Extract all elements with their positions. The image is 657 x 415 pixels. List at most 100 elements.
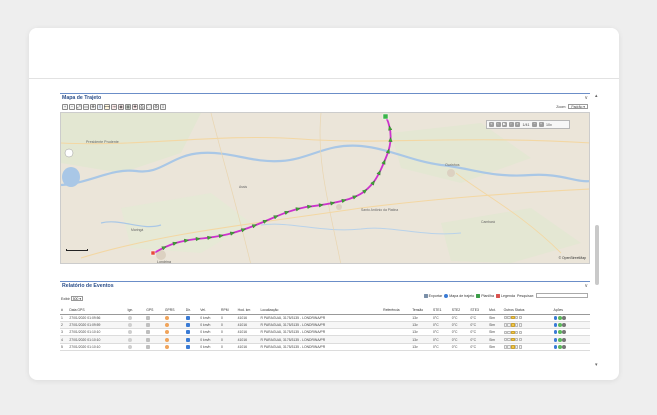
column-header[interactable]: STE2: [450, 306, 470, 315]
details-icon[interactable]: [562, 345, 566, 349]
column-header[interactable]: Hod. km: [236, 306, 260, 315]
column-header[interactable]: Vel.: [199, 306, 221, 315]
column-header[interactable]: GPS: [145, 306, 164, 315]
route-map-button[interactable]: Mapa de trajeto: [444, 293, 474, 298]
marker-icon[interactable]: ◉: [118, 104, 124, 110]
column-header[interactable]: Outros Status: [502, 306, 553, 315]
search-icon[interactable]: [557, 315, 562, 320]
map-pin-icon[interactable]: [553, 323, 558, 327]
details-icon[interactable]: [562, 330, 566, 335]
table-row[interactable]: 4 27/01/2020 01:10:10 0 km/h 0 41016 R PARAGU…: [60, 335, 590, 344]
search-icon[interactable]: [557, 330, 562, 335]
cell-s2: 0°C: [450, 343, 470, 352]
route-map[interactable]: Presidente Prudente Ourinhos Londrina As…: [60, 112, 590, 264]
route-icon[interactable]: ⇝: [111, 104, 117, 110]
details-icon[interactable]: [562, 323, 566, 327]
zoom-extent-icon[interactable]: ⤢: [76, 104, 82, 110]
table-row[interactable]: 2 27/01/2020 01:09:59 0 km/h 0 41016 R PARAGU…: [60, 321, 590, 330]
cell-date: 27/01/2020 01:10:10: [68, 343, 127, 352]
poi-icon[interactable]: ✚: [132, 104, 138, 110]
last-icon[interactable]: »: [515, 122, 520, 127]
scroll-up-icon[interactable]: ▴: [595, 93, 598, 99]
legend-button[interactable]: Legenda: [496, 293, 515, 298]
zoom-select[interactable]: Padrão ▾: [568, 104, 588, 109]
column-header[interactable]: RPM: [220, 306, 237, 315]
column-header[interactable]: Tensão: [411, 306, 432, 315]
column-header[interactable]: STE1: [432, 306, 451, 315]
column-header[interactable]: Referência: [382, 306, 412, 315]
zoom-box-icon[interactable]: ▭: [83, 104, 89, 110]
events-panel-header[interactable]: Relatório de Eventos ∨: [60, 281, 590, 290]
map-label: Ourinhos: [445, 163, 460, 167]
column-header[interactable]: #: [60, 306, 69, 315]
column-header[interactable]: Data GPS: [68, 306, 127, 315]
route-end-marker[interactable]: [382, 113, 389, 120]
cell-actions: [552, 321, 590, 330]
print-icon[interactable]: ⎙: [139, 104, 145, 110]
globe-icon: [444, 293, 449, 298]
scroll-thumb[interactable]: [595, 225, 599, 285]
zoom-out-icon[interactable]: −: [69, 104, 75, 110]
cell-reference: [382, 328, 412, 337]
first-icon[interactable]: «: [489, 122, 494, 127]
search-input[interactable]: [536, 293, 588, 298]
cell-rpm: 0: [220, 343, 237, 352]
details-icon[interactable]: [562, 337, 566, 342]
gps-icon: [146, 323, 151, 327]
scroll-down-icon[interactable]: ▾: [595, 362, 598, 368]
collapse-icon[interactable]: ∨: [584, 95, 588, 101]
column-header[interactable]: Mot.: [488, 306, 503, 315]
map-panel-header[interactable]: Mapa de Trajeto ∨: [60, 93, 590, 102]
cell-reference: [382, 343, 412, 352]
export-icon[interactable]: ⇩: [160, 104, 166, 110]
map-pin-icon[interactable]: [553, 330, 558, 335]
search-icon[interactable]: [557, 337, 562, 342]
cell-gprs: [163, 321, 185, 330]
speed-down-icon[interactable]: −: [532, 122, 537, 127]
search-icon[interactable]: [557, 345, 562, 349]
column-header[interactable]: Localização: [259, 306, 383, 315]
events-panel-title: Relatório de Eventos: [62, 283, 114, 289]
route-start-marker[interactable]: [150, 250, 156, 256]
column-header[interactable]: STE3: [469, 306, 489, 315]
map-canvas[interactable]: Presidente Prudente Ourinhos Londrina As…: [61, 113, 590, 264]
ignition-icon: [127, 330, 132, 335]
status-indicator-icon: [515, 323, 519, 327]
table-row[interactable]: 1 27/01/2020 01:09:56 0 km/h 0 41016 R PARAGU…: [60, 314, 590, 322]
column-header[interactable]: Ações: [552, 306, 590, 315]
map-label: Londrina: [157, 260, 171, 264]
measure-icon[interactable]: ⟷: [104, 104, 110, 110]
page-size-select[interactable]: 500 ▾: [70, 296, 84, 301]
table-row[interactable]: 5 27/01/2020 01:10:10 0 km/h 0 41016 R PARAGU…: [60, 343, 590, 352]
table-row[interactable]: 3 27/01/2020 01:10:10 0 km/h 0 41016 R PARAGU…: [60, 328, 590, 337]
layers-icon[interactable]: ≡: [97, 104, 103, 110]
sheet-button[interactable]: Planilha: [476, 293, 494, 298]
prev-icon[interactable]: ‹: [495, 122, 501, 127]
pan-icon[interactable]: ✥: [90, 104, 96, 110]
details-icon[interactable]: [562, 315, 566, 320]
speed-up-icon[interactable]: +: [538, 122, 544, 127]
column-header[interactable]: Dir.: [184, 306, 200, 315]
play-icon[interactable]: ▶: [502, 122, 507, 127]
settings-icon[interactable]: ⚙: [153, 104, 159, 110]
scrollbar[interactable]: ▴ ▾: [594, 93, 600, 368]
cell-n: 4: [60, 335, 69, 344]
map-pin-icon[interactable]: [553, 315, 558, 320]
search-icon[interactable]: [557, 323, 562, 327]
collapse-icon[interactable]: ∨: [584, 283, 588, 289]
export-button[interactable]: Exportar: [423, 293, 442, 298]
cell-volt: 13v: [411, 343, 432, 352]
map-label: Presidente Prudente: [86, 140, 119, 144]
pan-control-icon[interactable]: [64, 148, 74, 158]
column-header[interactable]: GPRS: [163, 306, 185, 315]
fullscreen-icon[interactable]: ⛶: [146, 104, 152, 110]
status-indicator-icon: [518, 323, 523, 327]
cell-vel: 0 km/h: [199, 314, 221, 322]
column-header[interactable]: Ign.: [126, 306, 146, 315]
map-pin-icon[interactable]: [553, 345, 558, 349]
map-pin-icon[interactable]: [553, 337, 558, 342]
next-icon[interactable]: ›: [508, 122, 514, 127]
zoom-in-icon[interactable]: +: [62, 104, 68, 110]
map-label: Maringá: [131, 228, 143, 232]
traffic-icon[interactable]: ▦: [125, 104, 131, 110]
